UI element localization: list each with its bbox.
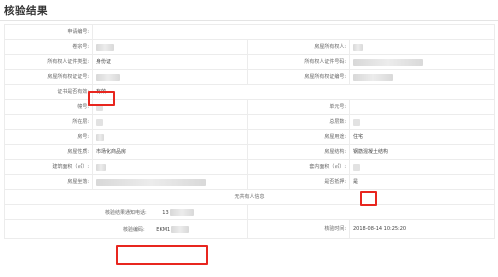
total-floors-value	[348, 114, 496, 130]
structure-value: 钢筋混凝土结构	[348, 144, 496, 160]
verify-code-label: 核验编码:	[123, 226, 145, 233]
structure-label: 房屋结构:	[247, 144, 350, 160]
ownership-no-label: 房屋所有权证编号:	[247, 69, 350, 85]
building-no-label: 幢号:	[4, 99, 93, 115]
masked-value	[169, 208, 194, 216]
verify-time-value: 2018-08-14 10:25:20	[348, 219, 496, 239]
notify-phone-value: 13	[162, 209, 169, 216]
verify-code-highlight	[116, 245, 208, 265]
table-row: 建筑面积（㎡）: 套内面积（㎡）:	[4, 159, 496, 175]
floor-label: 所在层:	[4, 114, 93, 130]
cert-no-label: 房屋所有权证证号:	[4, 69, 93, 85]
unit-no-label: 单元号:	[247, 99, 350, 115]
usage-label: 房屋用途:	[247, 129, 350, 145]
building-no-value	[92, 99, 248, 115]
nature-label: 房屋性质:	[4, 144, 93, 160]
empty-cell	[246, 204, 496, 220]
masked-value	[171, 225, 190, 233]
notify-phone-label: 核验结果通知电话:	[105, 209, 147, 216]
cert-no-value	[92, 69, 248, 85]
location-value	[92, 174, 248, 190]
table-row: 房屋所有权证证号: 房屋所有权证编号:	[4, 69, 496, 85]
verify-code-value: EKM1	[156, 226, 171, 233]
verify-code-cell: 核验编码: EKM1	[4, 219, 248, 239]
table-row: 所有权人证件类型: 身份证 所有权人证件号码:	[4, 54, 496, 70]
result-table: 申请编号: 卷宗号: 房屋所有权人: 所有权人证件类型: 身份证 所有权人证件号…	[3, 24, 496, 239]
table-row: 所在层: 总层数:	[4, 114, 496, 130]
masked-value	[353, 73, 393, 81]
mortgage-highlight	[360, 191, 377, 206]
table-row: 申请编号:	[4, 24, 496, 40]
masked-value	[353, 118, 360, 126]
masked-value	[353, 43, 363, 51]
masked-value	[353, 163, 360, 171]
title-divider	[0, 20, 498, 21]
application-no-value	[91, 24, 496, 40]
application-no-label: 申请编号:	[4, 24, 93, 40]
table-row: 房屋性质: 市场化商品房 房屋结构: 钢筋混凝土结构	[4, 144, 496, 160]
table-row: 卷宗号: 房屋所有权人:	[4, 39, 496, 55]
nature-value: 市场化商品房	[92, 144, 248, 160]
table-row: 房号: 房屋用途: 住宅	[4, 129, 496, 145]
owner-label: 房屋所有权人:	[247, 39, 350, 55]
usage-value: 住宅	[348, 129, 496, 145]
table-row: 证书是否有效: 有效	[4, 84, 496, 100]
owner-id-type-value: 身份证	[92, 54, 248, 70]
mortgage-value: 是	[348, 174, 496, 190]
masked-value	[96, 163, 106, 171]
table-row: 核验编码: EKM1 核验时间: 2018-08-14 10:25:20	[4, 219, 496, 239]
coowner-section: 无共有人信息	[3, 189, 496, 205]
cert-valid-value: 有效	[91, 84, 496, 100]
room-no-value	[92, 129, 248, 145]
masked-value	[96, 133, 104, 141]
owner-id-no-value	[348, 54, 496, 70]
inner-area-label: 套内面积（㎡）:	[247, 159, 350, 175]
notify-phone-cell: 核验结果通知电话: 13	[4, 204, 248, 220]
location-label: 房屋坐落:	[4, 174, 93, 190]
table-row: 核验结果通知电话: 13	[4, 204, 496, 220]
page-title: 核验结果	[4, 5, 48, 17]
room-no-label: 房号:	[4, 129, 93, 145]
masked-value	[96, 118, 103, 126]
ownership-no-value	[348, 69, 496, 85]
table-row: 无共有人信息	[3, 189, 496, 205]
total-floors-label: 总层数:	[247, 114, 350, 130]
masked-value	[96, 73, 120, 81]
cert-valid-label: 证书是否有效:	[4, 84, 93, 100]
masked-value	[353, 58, 423, 66]
verify-time-label: 核验时间:	[247, 219, 350, 239]
unit-no-value	[348, 99, 496, 115]
inner-area-value	[348, 159, 496, 175]
owner-id-type-label: 所有权人证件类型:	[4, 54, 93, 70]
owner-id-no-label: 所有权人证件号码:	[247, 54, 350, 70]
table-row: 房屋坐落: 是否抵押: 是	[4, 174, 496, 190]
table-row: 幢号: 单元号:	[4, 99, 496, 115]
applicant-label: 卷宗号:	[4, 39, 93, 55]
building-area-value	[92, 159, 248, 175]
masked-value	[96, 178, 206, 186]
cert-valid-highlight	[88, 91, 115, 106]
applicant-value	[92, 39, 248, 55]
masked-value	[96, 43, 114, 51]
floor-value	[92, 114, 248, 130]
building-area-label: 建筑面积（㎡）:	[4, 159, 93, 175]
mortgage-label: 是否抵押:	[247, 174, 350, 190]
owner-value	[348, 39, 496, 55]
